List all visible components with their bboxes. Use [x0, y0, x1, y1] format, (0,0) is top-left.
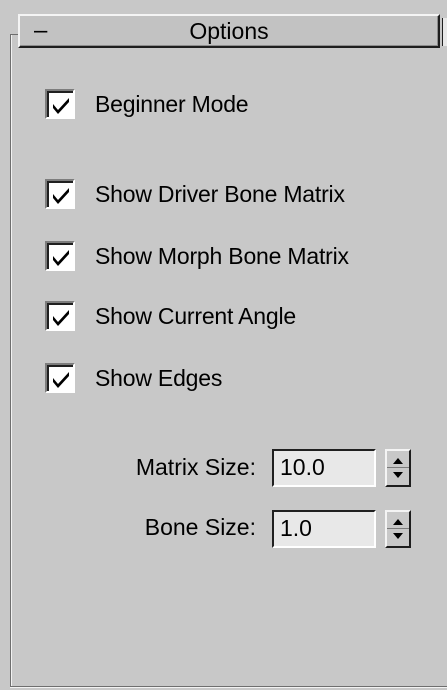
show-current-angle-checkbox[interactable]	[45, 301, 75, 331]
beginner-mode-label: Beginner Mode	[95, 90, 249, 117]
matrix-size-spinner[interactable]	[385, 449, 411, 487]
bone-size-label: Bone Size:	[144, 514, 256, 540]
spin-down-arrow-icon[interactable]	[393, 533, 403, 539]
show-morph-bone-matrix-checkbox-row[interactable]: Show Morph Bone Matrix	[45, 238, 349, 274]
show-driver-bone-matrix-checkbox[interactable]	[45, 179, 75, 209]
matrix-size-input[interactable]: 10.0	[272, 449, 376, 487]
checkmark-icon	[53, 372, 69, 388]
show-morph-bone-matrix-checkbox[interactable]	[45, 241, 75, 271]
spin-down-arrow-icon[interactable]	[393, 472, 403, 478]
spin-up-arrow-icon[interactable]	[393, 519, 403, 525]
rollout-title: Options	[189, 18, 269, 44]
show-edges-checkbox-row[interactable]: Show Edges	[45, 360, 222, 396]
options-panel: – Options Beginner Mode Show Driver Bone…	[0, 0, 447, 690]
beginner-mode-checkbox-row[interactable]: Beginner Mode	[45, 86, 249, 122]
show-current-angle-label: Show Current Angle	[95, 302, 296, 329]
rollout-frame-bottom	[10, 686, 447, 687]
adjacent-panel-edge	[442, 18, 447, 46]
checkmark-icon	[53, 310, 69, 326]
show-morph-bone-matrix-label: Show Morph Bone Matrix	[95, 242, 349, 269]
beginner-mode-checkbox[interactable]	[45, 89, 75, 119]
show-current-angle-checkbox-row[interactable]: Show Current Angle	[45, 298, 296, 334]
spinner-divider	[387, 528, 409, 529]
spinner-divider	[387, 467, 409, 468]
rollout-frame-tick	[10, 34, 18, 35]
checkmark-icon	[53, 98, 69, 114]
checkmark-icon	[53, 188, 69, 204]
bone-size-input[interactable]: 1.0	[272, 510, 376, 548]
show-edges-checkbox[interactable]	[45, 363, 75, 393]
checkmark-icon	[53, 250, 69, 266]
rollout-frame-left	[10, 34, 11, 686]
matrix-size-label: Matrix Size:	[135, 454, 256, 480]
spin-up-arrow-icon[interactable]	[393, 458, 403, 464]
show-driver-bone-matrix-label: Show Driver Bone Matrix	[95, 180, 345, 207]
options-rollout-header[interactable]: – Options	[18, 14, 440, 48]
show-driver-bone-matrix-checkbox-row[interactable]: Show Driver Bone Matrix	[45, 176, 345, 212]
bone-size-spinner[interactable]	[385, 510, 411, 548]
show-edges-label: Show Edges	[95, 364, 223, 391]
